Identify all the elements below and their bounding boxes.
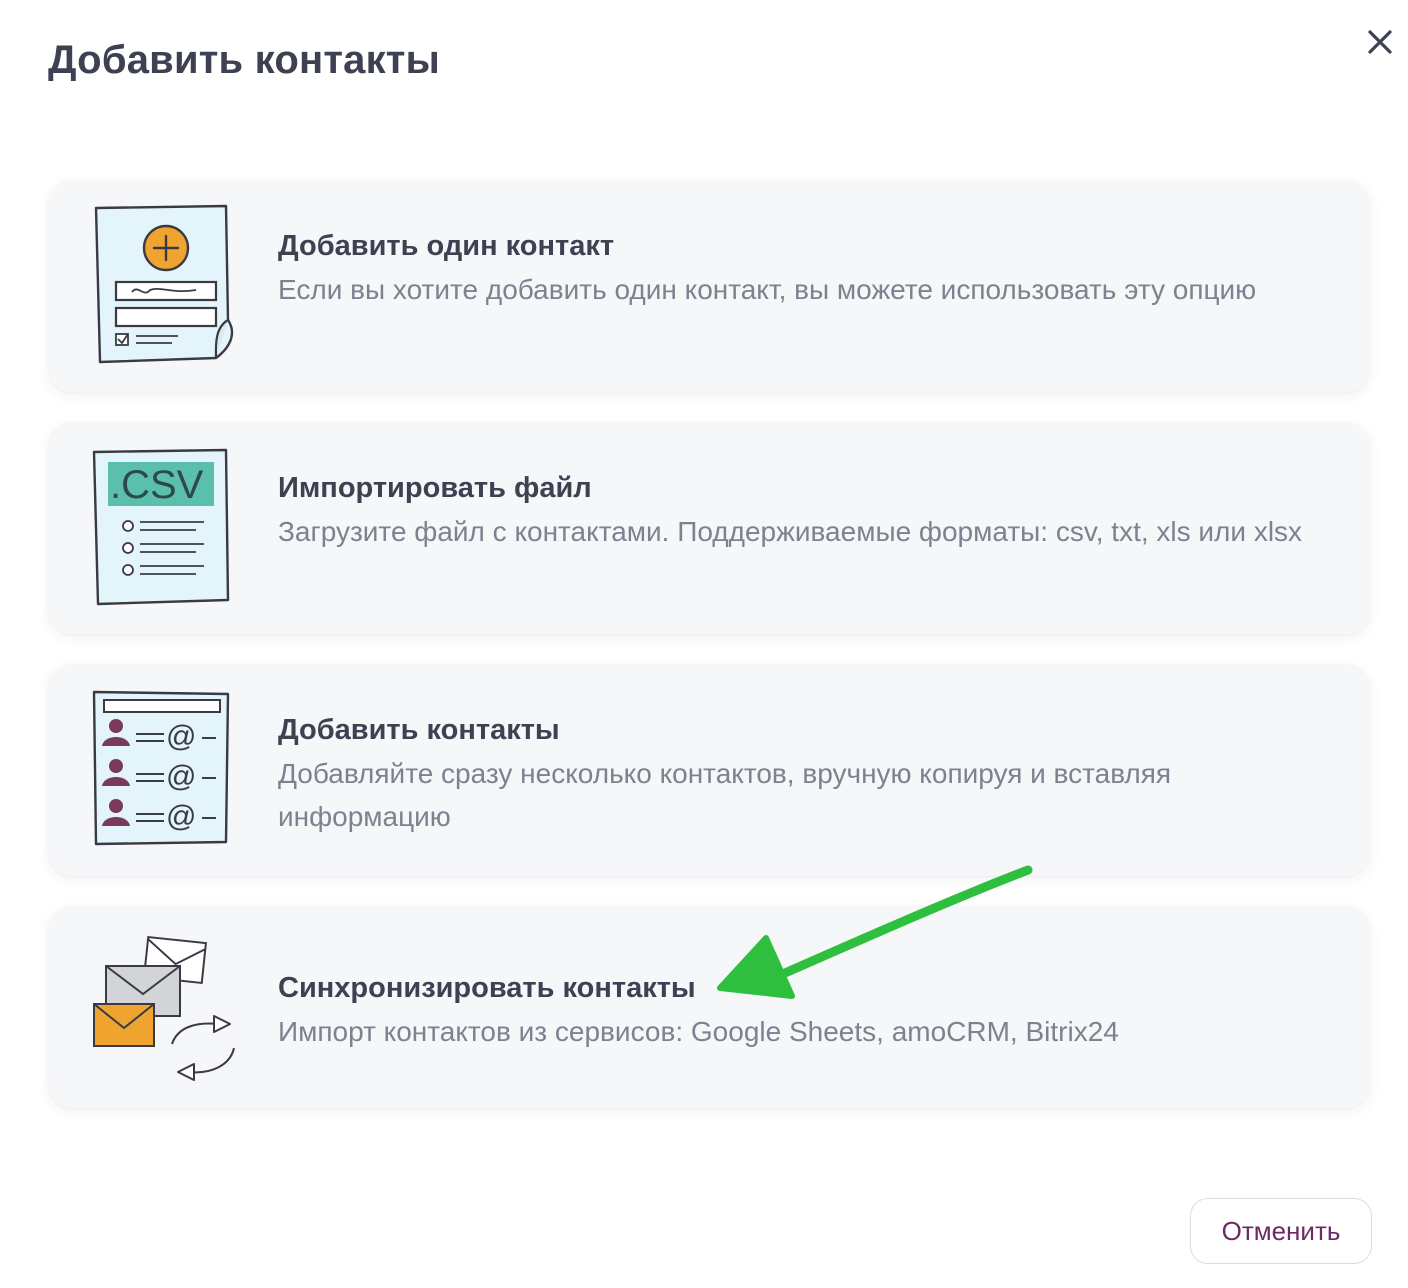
option-text: Добавить контакты Добавляйте сразу неско… [278, 710, 1338, 838]
modal-title: Добавить контакты [48, 38, 440, 82]
option-text: Синхронизировать контакты Импорт контакт… [278, 968, 1338, 1053]
option-description: Импорт контактов из сервисов: Google She… [278, 1016, 1119, 1047]
cancel-button[interactable]: Отменить [1190, 1198, 1372, 1264]
svg-text:@: @ [166, 760, 196, 793]
option-sync-contacts[interactable]: Синхронизировать контакты Импорт контакт… [48, 906, 1370, 1108]
option-text: Импортировать файл Загрузите файл с конт… [278, 468, 1338, 553]
option-title: Добавить контакты [278, 714, 560, 746]
option-text: Добавить один контакт Если вы хотите доб… [278, 226, 1338, 311]
option-description: Если вы хотите добавить один контакт, вы… [278, 274, 1257, 305]
add-contacts-modal: Добавить контакты Добавить один контакт … [0, 0, 1408, 1288]
close-button[interactable] [1360, 22, 1400, 62]
csv-file-icon: .CSV [92, 448, 230, 606]
svg-text:@: @ [166, 720, 196, 753]
single-contact-form-icon [94, 204, 234, 364]
option-title: Добавить один контакт [278, 230, 615, 262]
option-add-multiple-contacts[interactable]: @ @ @ Добавить контакты Добавляйте сразу… [48, 664, 1370, 876]
option-title: Импортировать файл [278, 472, 592, 504]
option-description: Загрузите файл с контактами. Поддерживае… [278, 516, 1303, 547]
option-add-single-contact[interactable]: Добавить один контакт Если вы хотите доб… [48, 180, 1370, 392]
option-title: Синхронизировать контакты [278, 972, 696, 1004]
options-list: Добавить один контакт Если вы хотите доб… [48, 180, 1370, 1138]
svg-text:@: @ [166, 800, 196, 833]
option-description: Добавляйте сразу несколько контактов, вр… [278, 758, 1172, 832]
option-import-file[interactable]: .CSV Импортировать файл Загрузите файл с… [48, 422, 1370, 634]
csv-label: .CSV [110, 463, 204, 507]
sync-envelopes-icon [93, 935, 235, 1081]
close-icon [1368, 30, 1392, 54]
contact-list-icon: @ @ @ [92, 690, 230, 846]
